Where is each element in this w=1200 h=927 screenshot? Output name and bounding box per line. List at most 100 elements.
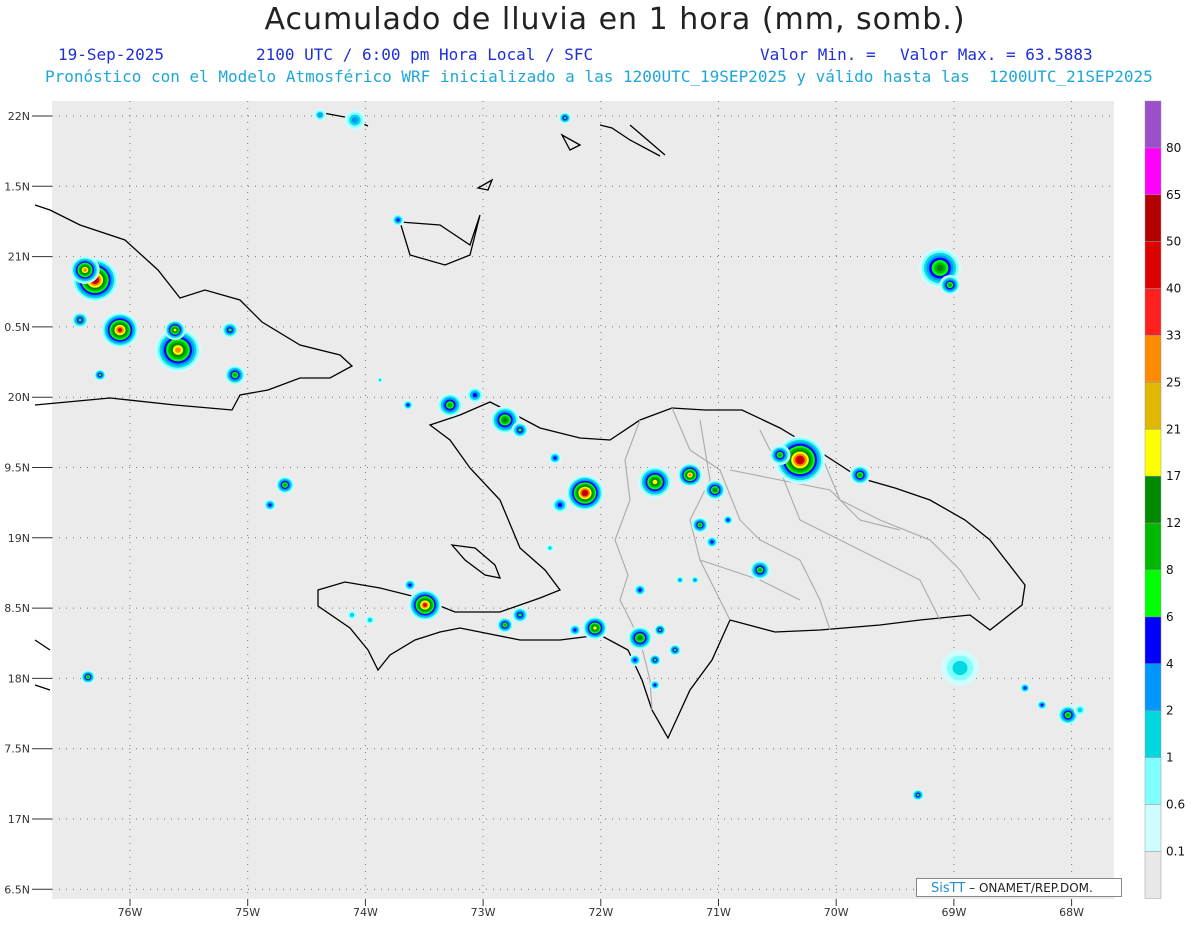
lat-label: 0.5N	[4, 321, 30, 334]
rain-contour	[349, 613, 355, 617]
rain-contour	[652, 479, 658, 485]
colorbar-swatch	[1144, 851, 1162, 899]
rain-contour	[952, 660, 968, 676]
rain-contour	[518, 428, 522, 432]
rain-contour	[758, 568, 762, 572]
min-value-label: Valor Min. =	[760, 45, 876, 64]
colorbar-label: 6	[1166, 610, 1174, 624]
colorbar-swatch	[1144, 429, 1162, 477]
colorbar-label: 0.1	[1166, 844, 1185, 858]
colorbar-swatch	[1144, 616, 1162, 665]
longitude-labels: 76W 75W 74W 73W 72W 71W 70W 69W 68W	[118, 899, 1084, 919]
rain-contour	[548, 546, 552, 550]
rain-contour	[633, 658, 637, 662]
rain-contour	[83, 268, 87, 272]
colorbar-swatch	[1144, 757, 1162, 805]
rain-contour	[233, 373, 237, 377]
lat-label: 20N	[8, 391, 30, 404]
rain-contour	[1040, 703, 1044, 707]
rain-contour	[472, 393, 478, 397]
rain-contour	[653, 658, 657, 662]
rain-contour	[283, 483, 287, 487]
rain-contour	[1066, 713, 1070, 717]
colorbar-label: 2	[1166, 704, 1174, 718]
rain-contour	[502, 417, 508, 423]
rain-contour	[916, 793, 920, 797]
rain-contour	[518, 613, 522, 617]
rain-contour	[673, 648, 677, 652]
rain-contour	[583, 491, 587, 495]
colorbar-swatch	[1144, 804, 1162, 852]
valid-time-label: 2100 UTC / 6:00 pm Hora Local / SFC	[256, 45, 594, 64]
colorbar-label: 25	[1166, 375, 1181, 389]
rain-contour	[1023, 686, 1027, 690]
colorbar-swatch	[1144, 710, 1162, 758]
jamaica-coast	[34, 639, 51, 691]
rain-contour	[726, 518, 730, 522]
colorbar-swatch	[1144, 100, 1162, 149]
colorbar-label: 1	[1166, 751, 1174, 765]
lat-label: 8.5N	[4, 602, 30, 615]
rain-contour	[693, 578, 697, 582]
rain-contour	[573, 628, 577, 632]
lon-label: 69W	[941, 906, 966, 919]
colorbar-label: 0.6	[1166, 798, 1185, 812]
rain-contour	[563, 116, 567, 120]
rain-contour	[378, 378, 382, 382]
lon-label: 73W	[471, 906, 496, 919]
lon-label: 74W	[353, 906, 378, 919]
colorbar-swatch	[1144, 522, 1162, 571]
rain-contour	[688, 473, 692, 477]
rain-contour	[503, 623, 507, 627]
rain-contour	[1077, 707, 1083, 713]
colorbar-label: 21	[1166, 422, 1181, 436]
rain-contour	[447, 402, 453, 408]
rain-contour	[638, 588, 642, 592]
rain-contour	[713, 488, 717, 492]
rain-contour	[653, 683, 657, 687]
latitude-labels: 22N 1.5N 21N 0.5N 20N 9.5N 19N 8.5N 18N 7.5N 17N 6.…	[4, 110, 52, 896]
rain-contour	[117, 327, 123, 333]
rainfall-map: 22N 1.5N 21N 0.5N 20N 9.5N 19N 8.5N 18N 7.5N 17N 6.…	[4, 100, 1185, 919]
rain-contour	[678, 578, 682, 582]
lat-label: 7.5N	[4, 743, 30, 756]
colorbar-label: 8	[1166, 563, 1174, 577]
colorbar-label: 65	[1166, 188, 1181, 202]
lon-label: 72W	[588, 906, 613, 919]
map-title: Acumulado de lluvia en 1 hora (mm, somb.…	[264, 2, 966, 37]
colorbar-swatch	[1144, 663, 1162, 711]
colorbar-label: 12	[1166, 516, 1181, 530]
rain-contour	[408, 583, 412, 587]
credit-box: SisTT – ONAMET/REP.DOM.	[916, 878, 1122, 897]
lat-label: 1.5N	[4, 180, 30, 193]
max-value-label: Valor Max. = 63.5883	[900, 45, 1093, 64]
colorbar-swatch	[1144, 475, 1162, 524]
colorbar-label: 50	[1166, 235, 1181, 249]
colorbar-swatch	[1144, 335, 1162, 383]
rain-contour	[78, 318, 82, 322]
colorbar-swatch	[1144, 241, 1162, 289]
rain-contour	[318, 113, 322, 117]
rain-contour	[268, 503, 272, 507]
lat-label: 17N	[8, 813, 30, 826]
rain-contour	[367, 618, 373, 622]
colorbar-swatch	[1144, 569, 1162, 618]
sispi-logo: SisTT	[931, 881, 966, 896]
lon-label: 71W	[706, 906, 731, 919]
rain-contour	[858, 473, 862, 477]
colorbar-swatch	[1144, 194, 1162, 242]
lon-label: 76W	[118, 906, 143, 919]
rain-contour	[698, 523, 702, 527]
credit-text: – ONAMET/REP.DOM.	[969, 881, 1093, 895]
forecast-note: Pronóstico con el Modelo Atmosférico WRF…	[45, 67, 1153, 86]
colorbar-label: 40	[1166, 282, 1181, 296]
lat-label: 22N	[8, 110, 30, 123]
rain-contour	[423, 603, 427, 607]
colorbar-swatch	[1144, 382, 1162, 430]
date-label: 19-Sep-2025	[58, 45, 164, 64]
lat-label: 18N	[8, 672, 30, 685]
colorbar-swatch	[1144, 288, 1162, 336]
rain-contour	[948, 283, 952, 287]
colorbar-label: 4	[1166, 657, 1174, 671]
rain-contour	[638, 636, 642, 640]
